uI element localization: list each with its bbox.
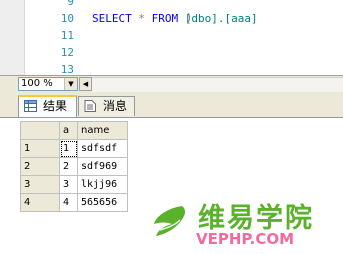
arrow-left-icon: ◀ bbox=[82, 80, 89, 88]
row-header[interactable]: 4 bbox=[20, 193, 60, 212]
sql-editor[interactable]: 9 10 11 12 13 ) SELECT * FROM [dbo].[aaa… bbox=[0, 0, 343, 75]
grid-corner[interactable] bbox=[20, 121, 60, 140]
zoom-value: 100 % bbox=[21, 78, 53, 89]
cell-name[interactable]: sdfsdf bbox=[77, 139, 128, 158]
zoom-dropdown[interactable]: 100 % ▼ bbox=[18, 77, 78, 91]
cell-name[interactable]: lkjj96 bbox=[77, 175, 128, 194]
code-area[interactable]: ) SELECT * FROM [dbo].[aaa] bbox=[80, 0, 343, 75]
cell-a[interactable]: 4 bbox=[59, 193, 78, 212]
table-row[interactable]: 2 2 sdf969 bbox=[20, 157, 128, 176]
row-header[interactable]: 3 bbox=[20, 175, 60, 194]
tab-results[interactable]: 结果 bbox=[18, 95, 77, 117]
chevron-down-icon[interactable]: ▼ bbox=[64, 78, 77, 90]
line-number: 9 bbox=[67, 0, 74, 8]
results-grid[interactable]: a name 1 1 sdfsdf 2 2 sdf969 3 3 lkjj96 … bbox=[20, 121, 128, 212]
cell-name[interactable]: sdf969 bbox=[77, 157, 128, 176]
cell-name[interactable]: 565656 bbox=[77, 193, 128, 212]
cell-a[interactable]: 2 bbox=[59, 157, 78, 176]
keyword-select: SELECT bbox=[92, 12, 132, 25]
line-numbers: 9 10 11 12 13 bbox=[24, 0, 74, 75]
header-row: a name bbox=[20, 121, 128, 140]
horizontal-scrollbar[interactable] bbox=[92, 77, 343, 92]
tab-label: 结果 bbox=[43, 99, 68, 113]
tab-messages[interactable]: 消息 bbox=[78, 96, 135, 116]
table-identifier: [dbo].[aaa] bbox=[184, 12, 258, 25]
results-tabstrip: 结果 消息 bbox=[0, 93, 343, 118]
grid-icon bbox=[24, 100, 37, 112]
keyword-from: FROM bbox=[151, 12, 179, 25]
tab-label: 消息 bbox=[103, 99, 128, 113]
row-header[interactable]: 1 bbox=[20, 139, 60, 158]
watermark-domain-text: VEPHP.COM bbox=[196, 230, 295, 248]
line-number: 12 bbox=[60, 46, 74, 59]
message-icon bbox=[84, 100, 96, 112]
editor-margin bbox=[0, 0, 25, 75]
column-header-a[interactable]: a bbox=[59, 121, 78, 140]
line-number: 10 bbox=[60, 12, 74, 25]
line-number: 13 bbox=[60, 63, 74, 75]
cell-a[interactable]: 3 bbox=[59, 175, 78, 194]
cell-a[interactable]: 1 bbox=[59, 139, 78, 158]
star-operator: * bbox=[138, 12, 145, 25]
table-row[interactable]: 1 1 sdfsdf bbox=[20, 139, 128, 158]
code-line-10: SELECT * FROM [dbo].[aaa] bbox=[92, 11, 258, 27]
scroll-left-button[interactable]: ◀ bbox=[79, 77, 92, 91]
editor-status-bar: 100 % ▼ ◀ bbox=[0, 75, 343, 94]
table-row[interactable]: 4 4 565656 bbox=[20, 193, 128, 212]
table-row[interactable]: 3 3 lkjj96 bbox=[20, 175, 128, 194]
column-header-name[interactable]: name bbox=[77, 121, 128, 140]
leaf-logo-icon bbox=[154, 206, 186, 236]
row-header[interactable]: 2 bbox=[20, 157, 60, 176]
line-number: 11 bbox=[60, 29, 74, 42]
watermark-logo: 维易学院 VEPHP.COM bbox=[150, 196, 340, 254]
